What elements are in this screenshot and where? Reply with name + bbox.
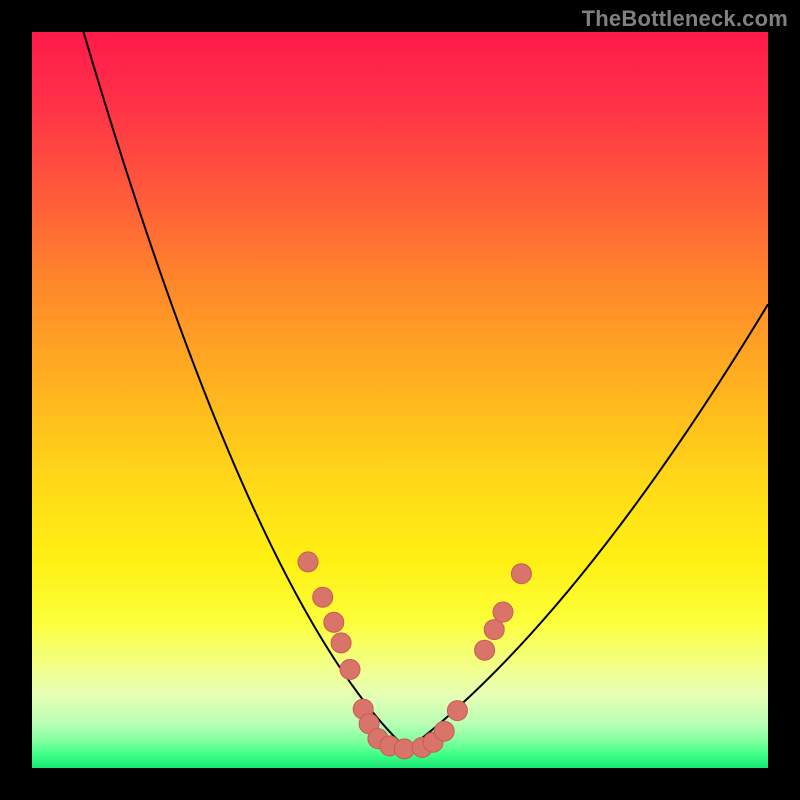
watermark-label: TheBottleneck.com <box>582 6 788 32</box>
curve-marker <box>447 701 467 721</box>
curve-marker <box>484 620 504 640</box>
outer-frame: TheBottleneck.com <box>0 0 800 800</box>
curve-marker <box>340 659 360 679</box>
bottleneck-curve-svg <box>32 32 768 768</box>
curve-marker <box>313 587 333 607</box>
curve-marker <box>324 612 344 632</box>
plot-area <box>32 32 768 768</box>
curve-marker <box>511 564 531 584</box>
curve-marker <box>298 552 318 572</box>
curve-marker <box>394 739 414 759</box>
bottleneck-curve <box>84 32 769 750</box>
curve-marker <box>434 721 454 741</box>
curve-marker <box>493 602 513 622</box>
curve-marker <box>475 640 495 660</box>
curve-marker <box>331 633 351 653</box>
